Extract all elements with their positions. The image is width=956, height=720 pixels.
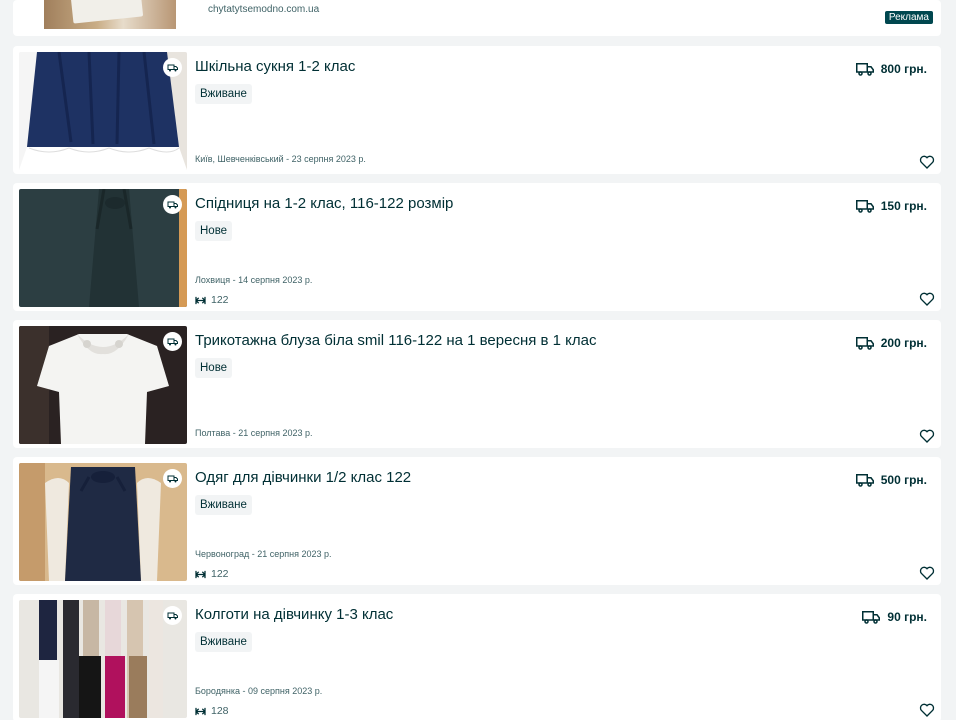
- listing-card[interactable]: Колготи на дівчинку 1-3 клас Вживане Бор…: [13, 594, 941, 720]
- delivery-badge-icon: [163, 469, 182, 488]
- heart-icon[interactable]: [919, 428, 935, 444]
- truck-icon: [862, 611, 881, 624]
- listing-image[interactable]: [19, 463, 187, 581]
- ad-badge: Реклама: [884, 11, 933, 24]
- size-arrows-icon: [195, 570, 206, 578]
- condition-badge: Нове: [195, 221, 233, 241]
- listing-title[interactable]: Трикотажна блуза біла smil 116-122 на 1 …: [195, 332, 597, 349]
- ad-image[interactable]: [44, 0, 176, 29]
- size-value: 122: [211, 568, 229, 580]
- listing-card[interactable]: Шкільна сукня 1-2 клас Вживане Київ, Шев…: [13, 46, 941, 174]
- heart-icon[interactable]: [919, 565, 935, 581]
- listing-card[interactable]: Трикотажна блуза біла smil 116-122 на 1 …: [13, 320, 941, 448]
- delivery-badge-icon: [163, 332, 182, 351]
- delivery-badge-icon: [163, 195, 182, 214]
- sponsored-ad-card[interactable]: chytatytsemodno.com.ua Реклама: [13, 0, 941, 36]
- listing-price: 150 грн.: [855, 199, 927, 213]
- size-info: 122: [195, 294, 229, 306]
- listing-title[interactable]: Колготи на дівчинку 1-3 клас: [195, 606, 393, 623]
- heart-icon[interactable]: [919, 702, 935, 718]
- delivery-badge-icon: [163, 606, 182, 625]
- listing-card[interactable]: Спідниця на 1-2 клас, 116-122 розмір Нов…: [13, 183, 941, 311]
- truck-icon: [855, 200, 874, 213]
- size-arrows-icon: [195, 296, 206, 304]
- price-value: 90 грн.: [887, 610, 927, 624]
- listing-price: 200 грн.: [855, 336, 927, 350]
- size-value: 122: [211, 294, 229, 306]
- listing-price: 800 грн.: [855, 62, 927, 76]
- condition-badge: Вживане: [195, 84, 252, 104]
- listing-title[interactable]: Шкільна сукня 1-2 клас: [195, 58, 355, 75]
- truck-icon: [855, 337, 874, 350]
- truck-icon: [855, 63, 874, 76]
- listing-image[interactable]: [19, 52, 187, 170]
- size-info: 122: [195, 568, 229, 580]
- listing-image[interactable]: [19, 600, 187, 718]
- condition-badge: Нове: [195, 358, 233, 378]
- listing-card[interactable]: Одяг для дівчинки 1/2 клас 122 Вживане Ч…: [13, 457, 941, 585]
- listing-price: 500 грн.: [855, 473, 927, 487]
- ad-url[interactable]: chytatytsemodno.com.ua: [208, 4, 319, 15]
- delivery-badge-icon: [163, 58, 182, 77]
- location-date: Червоноград - 21 серпня 2023 р.: [195, 549, 332, 559]
- listing-title[interactable]: Спідниця на 1-2 клас, 116-122 розмір: [195, 195, 453, 212]
- size-value: 128: [211, 705, 229, 717]
- size-info: 128: [195, 705, 229, 717]
- listing-image[interactable]: [19, 326, 187, 444]
- condition-badge: Вживане: [195, 632, 252, 652]
- listing-image[interactable]: [19, 189, 187, 307]
- price-value: 200 грн.: [880, 336, 927, 350]
- price-value: 800 грн.: [880, 62, 927, 76]
- price-value: 500 грн.: [880, 473, 927, 487]
- heart-icon[interactable]: [919, 291, 935, 307]
- listing-title[interactable]: Одяг для дівчинки 1/2 клас 122: [195, 469, 411, 486]
- listing-price: 90 грн.: [862, 610, 927, 624]
- location-date: Бородянка - 09 серпня 2023 р.: [195, 686, 323, 696]
- condition-badge: Вживане: [195, 495, 252, 515]
- heart-icon[interactable]: [919, 154, 935, 170]
- location-date: Полтава - 21 серпня 2023 р.: [195, 428, 313, 438]
- price-value: 150 грн.: [880, 199, 927, 213]
- location-date: Київ, Шевченківський - 23 серпня 2023 р.: [195, 154, 366, 164]
- truck-icon: [855, 474, 874, 487]
- size-arrows-icon: [195, 707, 206, 715]
- location-date: Лохвиця - 14 серпня 2023 р.: [195, 275, 313, 285]
